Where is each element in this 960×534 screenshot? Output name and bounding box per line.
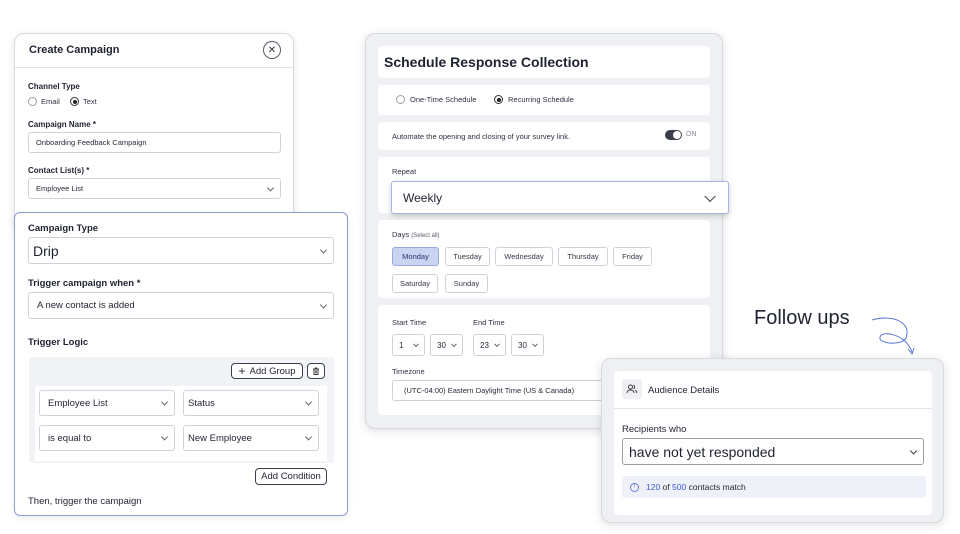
curved-arrow-icon — [871, 317, 915, 355]
radio-selected-icon — [70, 97, 79, 106]
channel-email-radio[interactable]: Email — [28, 97, 60, 106]
campaign-name-input[interactable]: Onboarding Feedback Campaign — [28, 132, 281, 153]
contact-list-select[interactable]: Employee List — [28, 178, 281, 199]
days-panel: Days (Select all) Monday Tuesday Wednesd… — [378, 220, 710, 298]
radio-icon — [396, 95, 405, 104]
toggle-knob — [673, 131, 681, 139]
channel-type-label: Channel Type — [28, 82, 80, 91]
create-campaign-card: Create Campaign ✕ Channel Type Email Tex… — [14, 33, 294, 233]
schedule-title: Schedule Response Collection — [384, 54, 589, 70]
radio-icon — [28, 97, 37, 106]
repeat-label: Repeat — [392, 167, 417, 176]
contact-list-label: Contact List(s) * — [28, 166, 90, 175]
start-hour-select[interactable]: 1 — [392, 334, 425, 356]
chevron-down-icon — [266, 183, 275, 192]
trigger-select[interactable]: A new contact is added — [28, 292, 334, 319]
channel-text-radio[interactable]: Text — [70, 97, 97, 106]
condition-value-select[interactable]: New Employee — [183, 425, 319, 451]
chevron-down-icon — [319, 300, 328, 309]
chevron-down-icon — [304, 398, 313, 406]
campaign-type-select[interactable]: Drip — [28, 237, 334, 264]
days-label: Days (Select all) — [392, 230, 440, 239]
trigger-label: Trigger campaign when * — [28, 278, 141, 289]
end-minute-select[interactable]: 30 — [511, 334, 544, 356]
condition-operator-select[interactable]: is equal to — [39, 425, 175, 451]
end-hour-select[interactable]: 23 — [473, 334, 506, 356]
day-monday[interactable]: Monday — [392, 247, 439, 266]
condition-property-select[interactable]: Status — [183, 390, 319, 416]
add-condition-button[interactable]: Add Condition — [255, 468, 327, 485]
divider — [614, 408, 932, 409]
day-tuesday[interactable]: Tuesday — [445, 247, 490, 266]
trigger-logic-label: Trigger Logic — [28, 337, 89, 348]
automate-toggle[interactable] — [665, 130, 682, 140]
match-count: 120 — [646, 482, 661, 492]
day-sunday[interactable]: Sunday — [445, 274, 488, 293]
trigger-logic-box: + Add Group Employee List Status is equa… — [29, 357, 334, 463]
campaign-footer-text: Then, trigger the campaign — [28, 496, 142, 507]
chevron-down-icon — [413, 341, 419, 348]
chevron-down-icon — [451, 341, 457, 348]
add-group-button[interactable]: + Add Group — [231, 363, 303, 379]
chevron-down-icon — [319, 245, 328, 254]
plus-icon: + — [238, 364, 246, 378]
schedule-type-panel: One-Time Schedule Recurring Schedule — [378, 85, 710, 115]
chevron-down-icon — [909, 446, 918, 455]
chevron-down-icon — [532, 341, 538, 348]
close-icon[interactable]: ✕ — [263, 41, 281, 59]
campaign-type-label: Campaign Type — [28, 223, 99, 234]
create-campaign-title: Create Campaign — [29, 44, 120, 56]
recurring-radio[interactable]: Recurring Schedule — [494, 95, 574, 104]
audience-panel: Audience Details Recipients who have not… — [614, 371, 932, 515]
automate-panel: Automate the opening and closing of your… — [378, 122, 710, 150]
day-wednesday[interactable]: Wednesday — [495, 247, 553, 266]
chevron-down-icon — [704, 190, 716, 202]
day-saturday[interactable]: Saturday — [392, 274, 438, 293]
schedule-title-panel: Schedule Response Collection — [378, 46, 710, 78]
end-time-label: End Time — [473, 318, 505, 327]
users-icon — [622, 379, 642, 399]
divider — [15, 67, 293, 68]
toggle-label: ON — [686, 131, 697, 138]
chevron-down-icon — [494, 341, 500, 348]
info-icon: ! — [630, 482, 639, 492]
audience-card: Audience Details Recipients who have not… — [601, 358, 944, 523]
start-minute-select[interactable]: 30 — [430, 334, 463, 356]
campaign-name-label: Campaign Name * — [28, 120, 97, 129]
campaign-type-card: Campaign Type Drip Trigger campaign when… — [14, 212, 348, 516]
one-time-radio[interactable]: One-Time Schedule — [396, 95, 476, 104]
recipients-select[interactable]: have not yet responded — [622, 438, 924, 465]
automate-text: Automate the opening and closing of your… — [392, 132, 571, 141]
match-total: 500 — [672, 482, 687, 492]
select-all-link[interactable]: (Select all) — [411, 233, 439, 239]
follow-ups-label: Follow ups — [754, 307, 850, 329]
audience-title: Audience Details — [648, 385, 720, 396]
chevron-down-icon — [160, 433, 169, 441]
day-thursday[interactable]: Thursday — [558, 247, 608, 266]
timezone-label: Timezone — [392, 367, 425, 376]
recipients-label: Recipients who — [622, 424, 687, 435]
condition-group: Employee List Status is equal to New Emp… — [35, 386, 327, 461]
trash-icon[interactable] — [307, 363, 325, 379]
match-summary: ! 120 of 500 contacts match — [622, 476, 926, 498]
condition-field-select[interactable]: Employee List — [39, 390, 175, 416]
start-time-label: Start Time — [392, 318, 427, 327]
chevron-down-icon — [160, 398, 169, 406]
day-friday[interactable]: Friday — [613, 247, 652, 266]
repeat-select[interactable]: Weekly — [391, 181, 729, 214]
radio-selected-icon — [494, 95, 503, 104]
chevron-down-icon — [304, 433, 313, 441]
